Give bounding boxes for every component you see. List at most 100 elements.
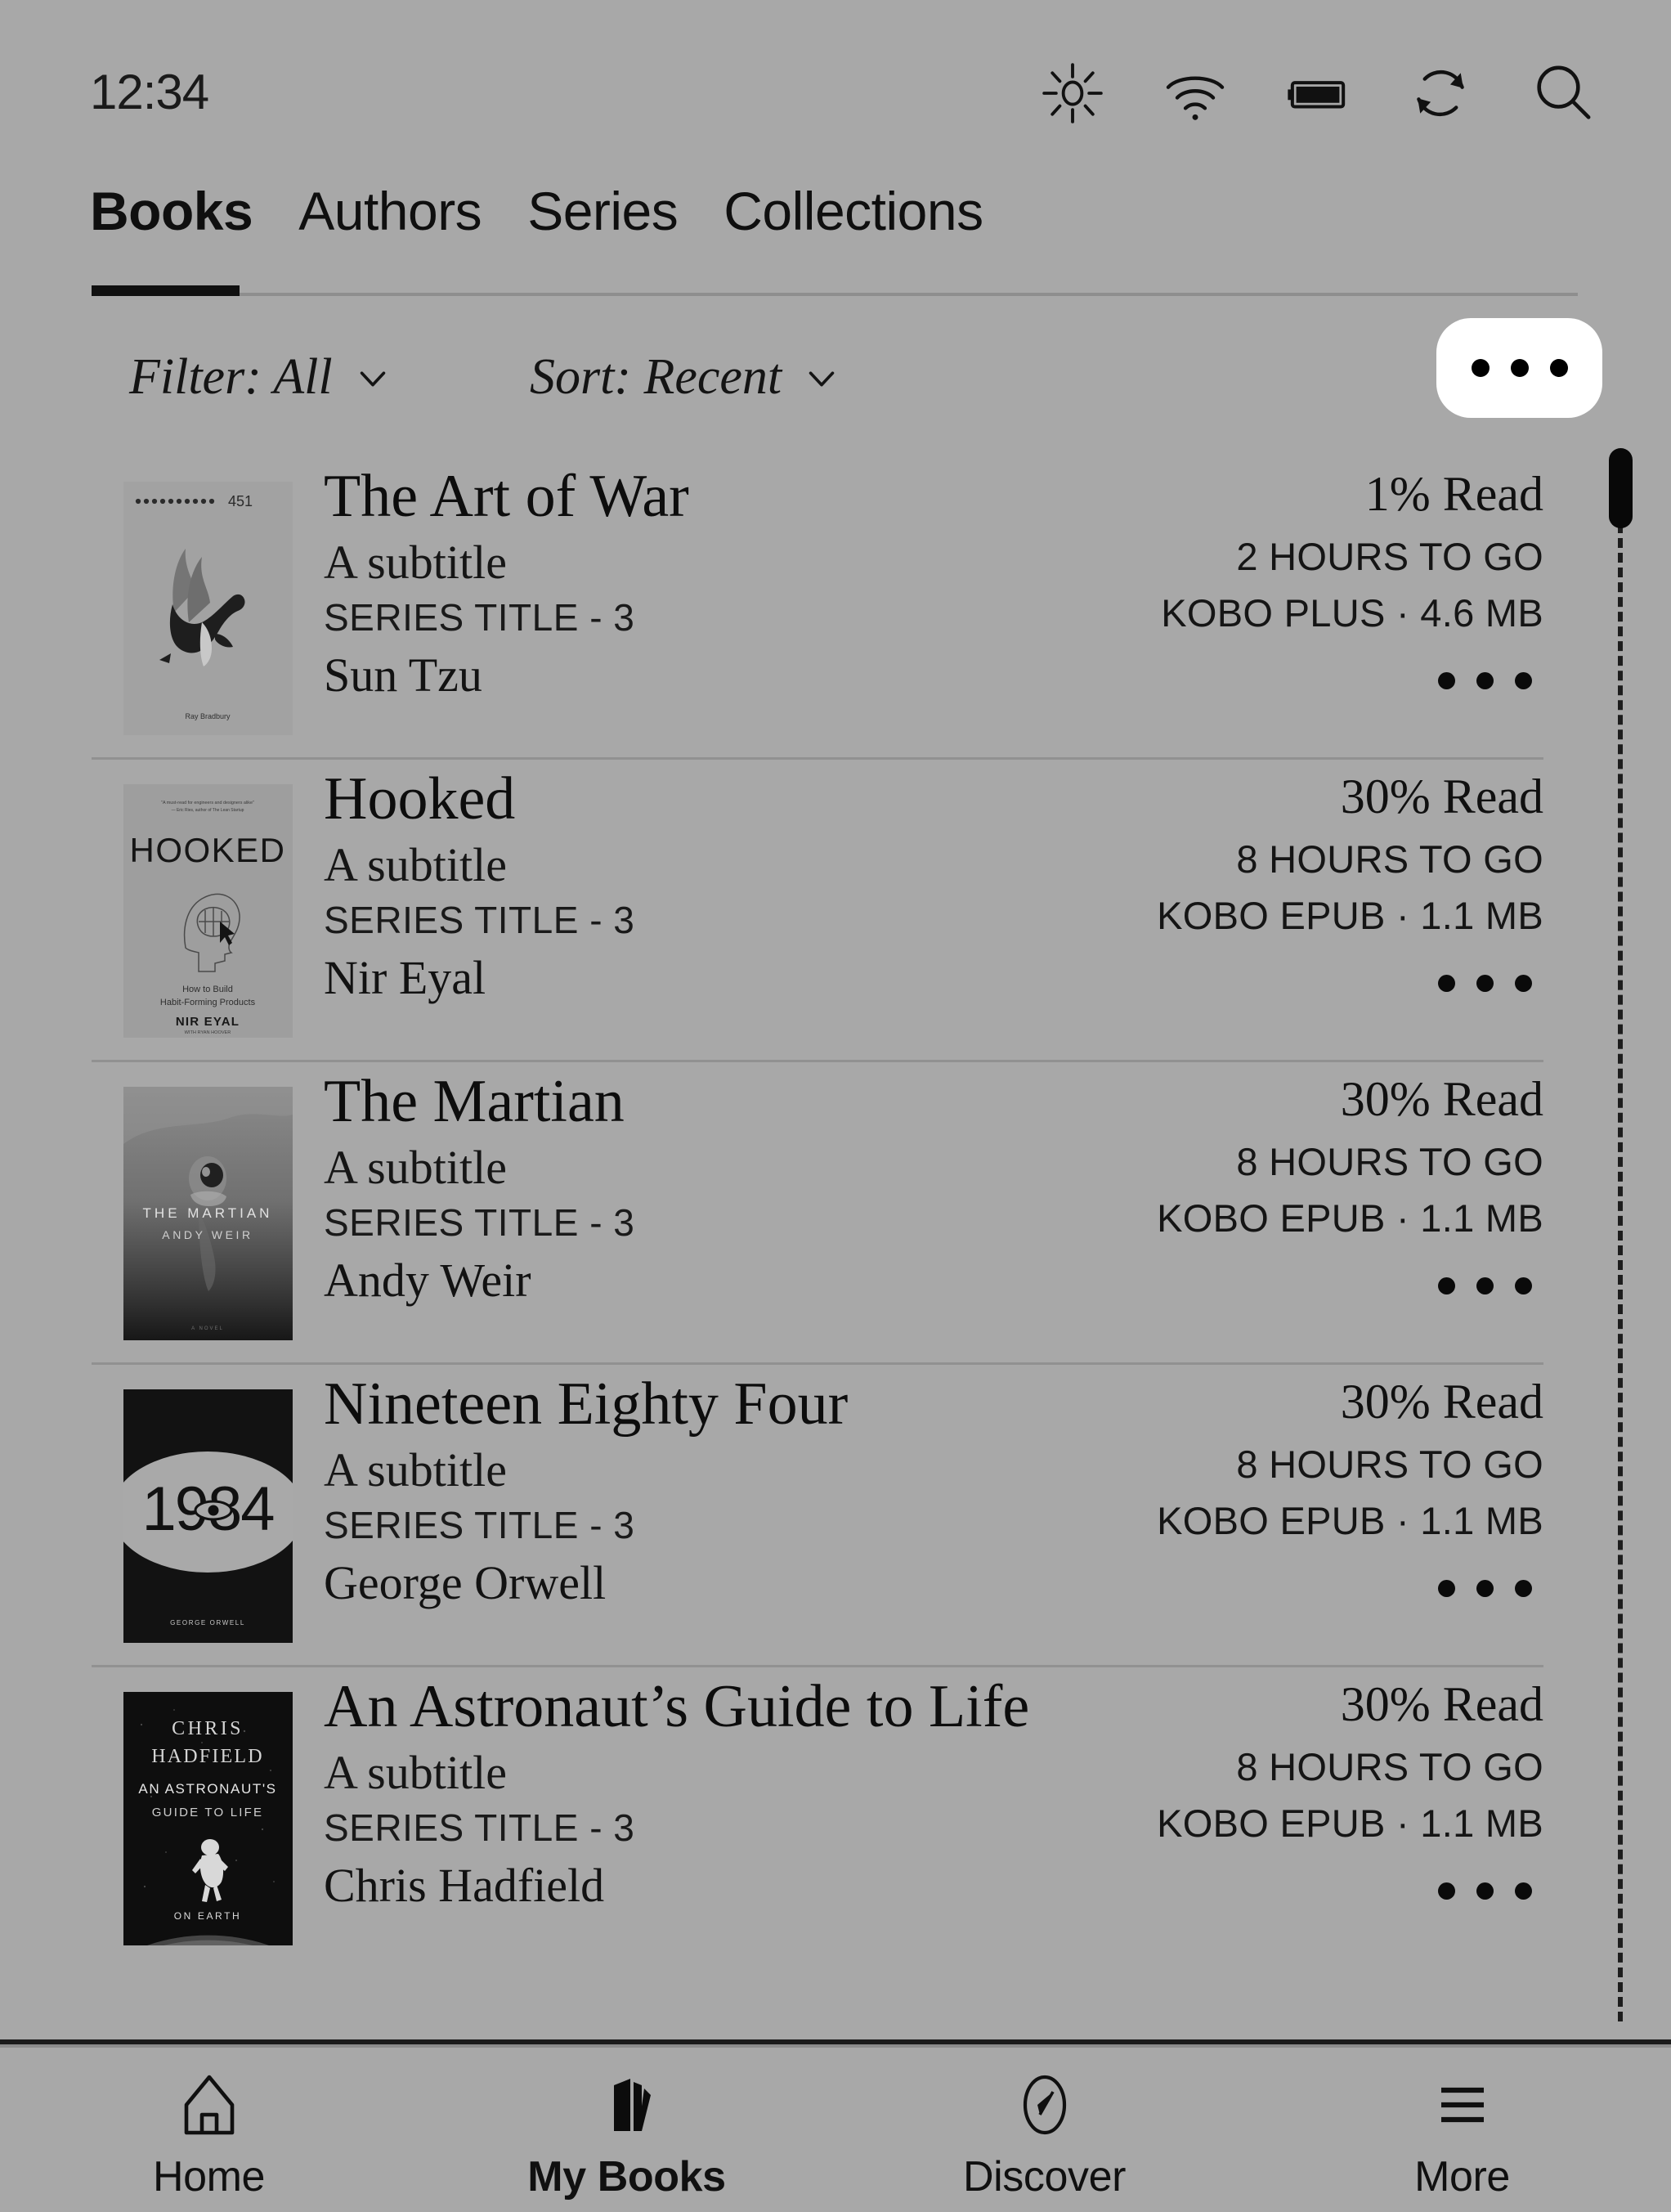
overflow-dot xyxy=(1549,359,1568,377)
svg-text:WITH RYAN HOOVER: WITH RYAN HOOVER xyxy=(185,1030,231,1035)
tab-active-indicator xyxy=(92,285,240,296)
svg-text:"A must-read for engineers and: "A must-read for engineers and designers… xyxy=(161,801,254,805)
nav-item-discover[interactable]: Discover xyxy=(836,2048,1253,2212)
svg-text:HADFIELD: HADFIELD xyxy=(151,1746,264,1767)
svg-text:Ray Bradbury: Ray Bradbury xyxy=(185,712,231,720)
cover-art-fahrenheit: 451 Ray Bradbury xyxy=(123,482,293,735)
list-scrollbar[interactable] xyxy=(1604,448,1637,2026)
tab-series[interactable]: Series xyxy=(527,184,679,253)
tab-books[interactable]: Books xyxy=(90,184,253,253)
book-list-item[interactable]: "A must-read for engineers and designers… xyxy=(0,757,1671,1060)
book-meta-block: 30% Read 8 HOURS TO GO KOBO EPUB · 1.1 M… xyxy=(1020,1676,1543,1846)
library-tabs: Books Authors Series Collections xyxy=(90,184,983,253)
compass-icon xyxy=(1006,2066,1084,2144)
book-meta-block: 30% Read 8 HOURS TO GO KOBO EPUB · 1.1 M… xyxy=(1020,769,1543,938)
book-format: KOBO EPUB · 1.1 MB xyxy=(1157,894,1543,937)
overflow-dot xyxy=(1438,1580,1455,1597)
overflow-dot xyxy=(1476,1580,1494,1597)
book-overflow-button[interactable] xyxy=(1431,1871,1539,1911)
overflow-dot xyxy=(1438,672,1455,689)
svg-text:GEORGE ORWELL: GEORGE ORWELL xyxy=(170,1619,245,1626)
sort-dropdown[interactable]: Sort: Recent xyxy=(530,348,840,406)
overflow-dot xyxy=(1476,1277,1494,1294)
book-overflow-button[interactable] xyxy=(1431,963,1539,1003)
library-overflow-button[interactable] xyxy=(1436,318,1602,418)
nav-label-my-books: My Books xyxy=(527,2153,726,2201)
svg-text:AN ASTRONAUT'S: AN ASTRONAUT'S xyxy=(138,1781,276,1797)
book-series: SERIES TITLE - 3 xyxy=(324,1806,635,1849)
overflow-dot xyxy=(1510,359,1529,377)
battery-icon[interactable] xyxy=(1282,57,1354,129)
book-text-block: Hooked A subtitle SERIES TITLE - 3 Nir E… xyxy=(324,765,1141,1005)
svg-text:Habit-Forming Products: Habit-Forming Products xyxy=(160,998,256,1007)
book-title: The Martian xyxy=(324,1068,625,1135)
book-overflow-button[interactable] xyxy=(1431,661,1539,701)
book-progress: 30% Read xyxy=(1340,1677,1543,1731)
overflow-dot xyxy=(1515,1882,1532,1900)
svg-text:— Eric Ries, author of The Lea: — Eric Ries, author of The Lean Startup xyxy=(172,808,244,813)
svg-text:451: 451 xyxy=(228,493,253,509)
svg-text:A NOVEL: A NOVEL xyxy=(191,1326,224,1331)
filter-label: Filter: All xyxy=(129,349,333,405)
book-time-left: 8 HOURS TO GO xyxy=(1236,1745,1543,1788)
overflow-dot xyxy=(1476,975,1494,992)
book-list-item[interactable]: 451 Ray Bradbury The Art of War A subtit… xyxy=(0,455,1671,757)
bottom-navigation: Home My Books Discover More xyxy=(0,2048,1671,2212)
tab-authors[interactable]: Authors xyxy=(298,184,482,253)
overflow-dot xyxy=(1515,975,1532,992)
chevron-down-icon xyxy=(803,359,840,397)
book-text-block: The Martian A subtitle SERIES TITLE - 3 … xyxy=(324,1068,1141,1308)
book-overflow-button[interactable] xyxy=(1431,1266,1539,1306)
book-title: An Astronaut’s Guide to Life xyxy=(324,1673,1030,1740)
book-cover[interactable]: 451 Ray Bradbury xyxy=(123,482,293,735)
cover-art-hooked: "A must-read for engineers and designers… xyxy=(123,784,293,1038)
book-list-item[interactable]: CHRIS HADFIELD AN ASTRONAUT'S GUIDE TO L… xyxy=(0,1665,1671,1967)
book-list-item[interactable]: 1984 GEORGE ORWELL Nineteen Eighty Four … xyxy=(0,1362,1671,1665)
book-meta-block: 30% Read 8 HOURS TO GO KOBO EPUB · 1.1 M… xyxy=(1020,1374,1543,1543)
scrollbar-thumb[interactable] xyxy=(1609,448,1633,528)
book-subtitle: A subtitle xyxy=(324,1140,507,1194)
chevron-down-icon xyxy=(354,359,392,397)
book-title: Hooked xyxy=(324,765,516,832)
book-progress: 30% Read xyxy=(1340,1072,1543,1126)
book-author: George Orwell xyxy=(324,1555,607,1609)
book-cover[interactable]: 1984 GEORGE ORWELL xyxy=(123,1389,293,1643)
nav-item-home[interactable]: Home xyxy=(0,2048,418,2212)
overflow-dot xyxy=(1515,1277,1532,1294)
book-progress: 30% Read xyxy=(1340,1375,1543,1429)
book-list-item[interactable]: THE MARTIAN ANDY WEIR A NOVEL The Martia… xyxy=(0,1060,1671,1362)
nav-item-more[interactable]: More xyxy=(1253,2048,1671,2212)
scrollbar-track xyxy=(1618,523,1623,2021)
book-cover[interactable]: THE MARTIAN ANDY WEIR A NOVEL xyxy=(123,1087,293,1340)
svg-text:CHRIS: CHRIS xyxy=(172,1718,244,1739)
book-author: Sun Tzu xyxy=(324,648,482,702)
nav-item-my-books[interactable]: My Books xyxy=(418,2048,836,2212)
book-time-left: 8 HOURS TO GO xyxy=(1236,837,1543,881)
filter-dropdown[interactable]: Filter: All xyxy=(129,348,392,406)
sync-icon[interactable] xyxy=(1404,57,1476,129)
overflow-dot xyxy=(1471,359,1490,377)
tab-rule xyxy=(92,293,1578,296)
book-author: Andy Weir xyxy=(324,1253,531,1307)
overflow-dot xyxy=(1438,1277,1455,1294)
overflow-dot xyxy=(1515,1580,1532,1597)
nav-label-more: More xyxy=(1414,2153,1510,2201)
svg-text:GUIDE TO LIFE: GUIDE TO LIFE xyxy=(152,1806,263,1819)
book-subtitle: A subtitle xyxy=(324,837,507,891)
book-author: Nir Eyal xyxy=(324,950,486,1004)
book-overflow-button[interactable] xyxy=(1431,1568,1539,1609)
book-meta-block: 30% Read 8 HOURS TO GO KOBO EPUB · 1.1 M… xyxy=(1020,1071,1543,1241)
book-format: KOBO EPUB · 1.1 MB xyxy=(1157,1196,1543,1240)
book-cover[interactable]: "A must-read for engineers and designers… xyxy=(123,784,293,1038)
brightness-icon[interactable] xyxy=(1037,57,1109,129)
book-series: SERIES TITLE - 3 xyxy=(324,595,635,639)
cover-art-martian: THE MARTIAN ANDY WEIR A NOVEL xyxy=(123,1087,293,1340)
book-cover[interactable]: CHRIS HADFIELD AN ASTRONAUT'S GUIDE TO L… xyxy=(123,1692,293,1945)
ereader-screen: 12:34 Books Authors Series Collections F… xyxy=(0,0,1671,2212)
search-icon[interactable] xyxy=(1527,57,1599,129)
overflow-dot xyxy=(1438,975,1455,992)
list-divider xyxy=(92,1665,1543,1667)
book-format: KOBO EPUB · 1.1 MB xyxy=(1157,1499,1543,1542)
wifi-icon[interactable] xyxy=(1159,57,1231,129)
tab-collections[interactable]: Collections xyxy=(724,184,983,253)
